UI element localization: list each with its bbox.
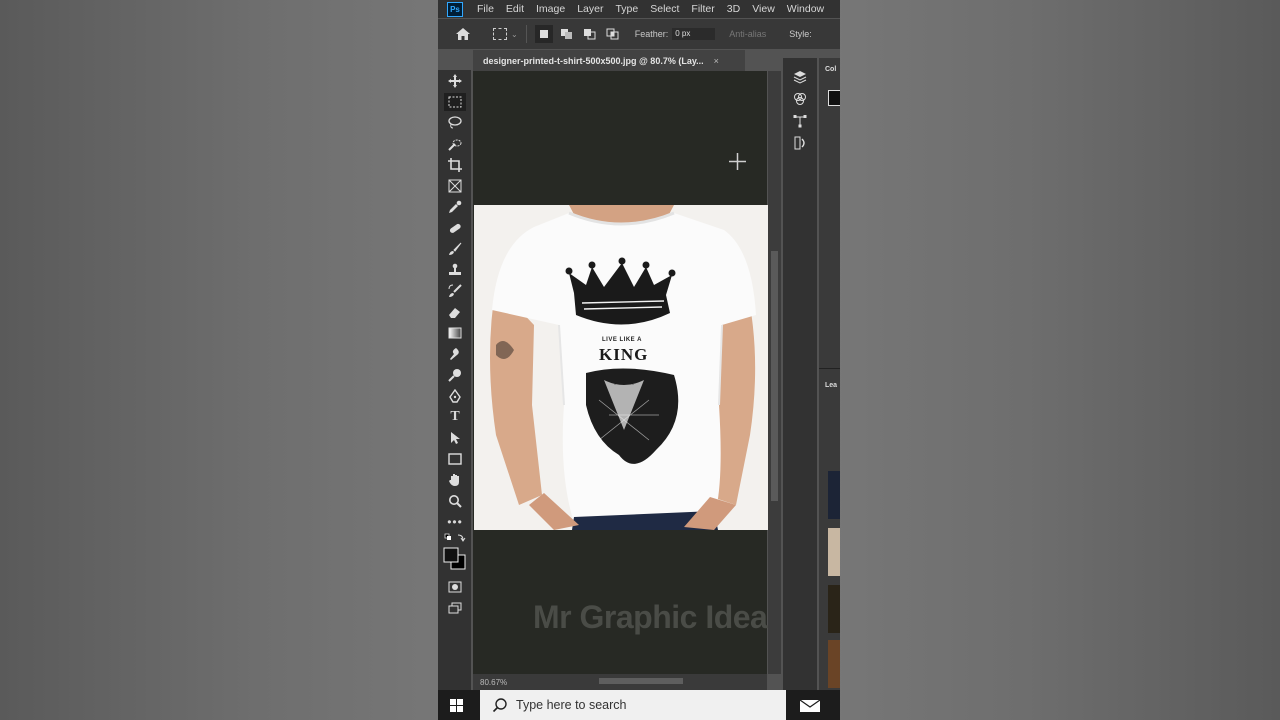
rectangle-tool-icon[interactable] [444,450,466,468]
frame-tool-icon[interactable] [444,177,466,195]
screen-mode-icon[interactable] [444,599,466,617]
menu-bar: Ps File Edit Image Layer Type Select Fil… [438,0,840,18]
layers-panel-icon[interactable] [791,68,809,86]
quick-mask-icon[interactable] [444,578,466,596]
blur-tool-icon[interactable] [444,345,466,363]
marquee-preset-icon[interactable] [493,28,507,40]
menu-select[interactable]: Select [650,3,679,15]
layer-thumbnail[interactable] [828,585,840,633]
windows-taskbar: Type here to search [438,690,840,720]
channels-panel-icon[interactable] [791,90,809,108]
more-tools-icon[interactable]: ••• [444,513,466,531]
tools-panel: T ••• [438,70,471,690]
layer-thumbnail[interactable] [828,640,840,688]
color-panel-label[interactable]: Col [825,66,836,73]
status-bar: 80.67% [473,674,767,690]
foreground-background-color-icon[interactable] [442,546,468,572]
divider [525,25,527,43]
menu-edit[interactable]: Edit [506,3,524,15]
path-selection-tool-icon[interactable] [444,429,466,447]
gradient-tool-icon[interactable] [444,324,466,342]
watermark-text: Mr Graphic Idea [533,599,768,635]
rectangular-marquee-tool-icon[interactable] [444,93,466,111]
zoom-tool-icon[interactable] [444,492,466,510]
photoshop-window: Ps File Edit Image Layer Type Select Fil… [438,0,840,720]
add-selection-icon[interactable] [558,25,576,43]
healing-brush-tool-icon[interactable] [444,219,466,237]
eyedropper-tool-icon[interactable] [444,198,466,216]
zoom-level[interactable]: 80.67% [480,678,507,687]
layers-panel-label[interactable]: Lea [825,382,837,389]
swap-colors-icon[interactable] [444,532,466,544]
menu-view[interactable]: View [752,3,775,15]
document-tab[interactable]: designer-printed-t-shirt-500x500.jpg @ 8… [473,50,745,71]
tshirt-photo: LIVE LIKE A KING [474,205,768,530]
pen-tool-icon[interactable] [444,387,466,405]
menu-window[interactable]: Window [787,3,824,15]
move-tool-icon[interactable] [444,72,466,90]
crop-tool-icon[interactable] [444,156,466,174]
search-icon [492,698,507,713]
panel-dock [783,58,817,690]
hand-tool-icon[interactable] [444,471,466,489]
style-label[interactable]: Style: [789,29,812,39]
subtract-selection-icon[interactable] [581,25,599,43]
menu-3d[interactable]: 3D [727,3,740,15]
feather-input[interactable]: 0 px [672,28,716,40]
menu-image[interactable]: Image [536,3,565,15]
options-bar: ⌄ Feather: 0 px Anti-alias Style: [438,19,840,49]
home-icon[interactable] [455,27,471,41]
color-layers-panel: Col Lea [819,58,840,690]
menu-file[interactable]: File [477,3,494,15]
canvas-area[interactable]: LIVE LIKE A KING Mr Graphic Idea [473,71,768,674]
search-placeholder: Type here to search [516,698,627,712]
clone-stamp-tool-icon[interactable] [444,261,466,279]
anti-alias-checkbox[interactable]: Anti-alias [729,29,766,39]
document-title: designer-printed-t-shirt-500x500.jpg @ 8… [483,55,704,66]
menu-type[interactable]: Type [615,3,638,15]
history-panel-icon[interactable] [791,134,809,152]
quick-selection-tool-icon[interactable] [444,135,466,153]
history-brush-tool-icon[interactable] [444,282,466,300]
crosshair-cursor-icon [729,153,746,175]
new-selection-icon[interactable] [534,25,553,43]
type-tool-icon[interactable]: T [444,408,466,426]
paths-panel-icon[interactable] [791,112,809,130]
chevron-down-icon[interactable]: ⌄ [511,30,518,39]
dodge-tool-icon[interactable] [444,366,466,384]
intersect-selection-icon[interactable] [604,25,622,43]
horizontal-scrollbar-thumb[interactable] [599,678,683,684]
windows-start-icon[interactable] [450,699,464,712]
taskbar-search-box[interactable]: Type here to search [480,690,786,720]
menu-filter[interactable]: Filter [691,3,714,15]
tshirt-illustration [490,205,756,530]
feather-label: Feather: [634,29,669,39]
lasso-tool-icon[interactable] [444,114,466,132]
divider [819,368,840,369]
mail-icon[interactable] [799,699,821,718]
vertical-scrollbar-thumb[interactable] [771,251,778,501]
shirt-print-subtitle: LIVE LIKE A [602,337,642,343]
brush-tool-icon[interactable] [444,240,466,258]
eraser-tool-icon[interactable] [444,303,466,321]
close-tab-icon[interactable]: × [714,56,719,66]
color-swatch[interactable] [828,90,840,106]
shirt-print-title: KING [599,345,649,364]
photoshop-logo[interactable]: Ps [447,1,463,17]
menu-layer[interactable]: Layer [577,3,603,15]
layer-thumbnail[interactable] [828,471,840,519]
vertical-scrollbar[interactable] [768,71,781,674]
layer-thumbnail[interactable] [828,528,840,576]
